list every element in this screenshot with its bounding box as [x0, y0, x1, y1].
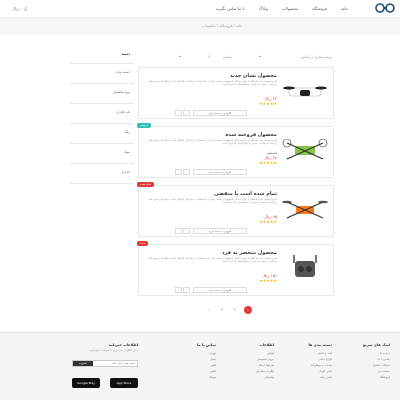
- cart-summary[interactable]: 🛒 ۰ ریال: [12, 6, 29, 11]
- page-1[interactable]: ۱: [244, 306, 252, 314]
- footer-column-title: اطلاعات: [259, 343, 274, 347]
- nav-item[interactable]: محصولات: [282, 6, 298, 11]
- google-play-button[interactable]: Google Play: [72, 378, 100, 388]
- cart-total: ۰ ریال: [12, 6, 23, 11]
- footer-link[interactable]: پشتیبانی: [218, 374, 274, 380]
- product-card[interactable]: تمام شده تمام شده است یا منقضی لورم ایپس…: [137, 182, 334, 237]
- rating-stars: ★★★★★: [259, 278, 277, 283]
- pagination: ۱ ۲ ۳ ›: [205, 306, 252, 314]
- footer-column: دسته بندی ها کیف و کفش لوازم جانبی ساعت …: [276, 343, 332, 380]
- newsletter-form: عضویت: [72, 360, 138, 367]
- heart-icon[interactable]: [183, 110, 190, 116]
- footer-column: لینک های سریع درباره ما تماس با ما سوالا…: [334, 343, 390, 380]
- product-title[interactable]: تمام شده است یا منقضی: [214, 191, 277, 197]
- filter-item[interactable]: مواد: [124, 150, 130, 154]
- heart-icon[interactable]: [183, 287, 190, 293]
- heart-icon[interactable]: [183, 228, 190, 234]
- product-card[interactable]: فروش محصول فروخته شده لورم ایپسوم متن سا…: [137, 123, 334, 178]
- footer-column-title: تماس با ما: [197, 343, 216, 347]
- nav-item[interactable]: خانه: [341, 6, 348, 11]
- product-description: لورم ایپسوم متن ساختگی با تولید سادگی نا…: [148, 139, 277, 145]
- per-page-label: نمایش: [222, 55, 232, 59]
- product-description: لورم ایپسوم متن ساختگی با تولید سادگی نا…: [148, 198, 277, 204]
- product-description: لورم ایپسوم متن ساختگی با تولید سادگی نا…: [148, 80, 277, 86]
- chevron-down-icon[interactable]: ⌄: [178, 53, 182, 59]
- compare-icon[interactable]: [175, 228, 182, 234]
- subscribe-button[interactable]: عضویت: [73, 361, 93, 366]
- compare-icon[interactable]: [175, 110, 182, 116]
- newsletter-text: برای اطلاع از جدیدترین محصولات عضو شوید: [89, 349, 138, 352]
- status-badge: فروش: [137, 123, 151, 128]
- add-to-cart-button[interactable]: افزودن به سبد خرید: [193, 110, 247, 116]
- footer-column: تماس با ما تهران ایمیل تلفن فکس موبایل: [160, 343, 216, 380]
- product-title[interactable]: محصول منحصر به فرد: [222, 250, 277, 256]
- newsletter-title: اطلاعات خبرنامه: [108, 343, 138, 347]
- heart-icon[interactable]: [183, 169, 190, 175]
- chevron-down-icon[interactable]: ⌄: [258, 53, 262, 59]
- add-to-cart-button[interactable]: افزودن به سبد خرید: [193, 287, 247, 293]
- product-card[interactable]: محصول نشان جدید لورم ایپسوم متن ساختگی ب…: [138, 67, 334, 119]
- filter-sidebar: دسته دسته بندی نوع محصول نام تجاری رنگ م…: [70, 52, 134, 184]
- breadcrumb: خانه / فروشگاه / محصولات: [201, 24, 242, 28]
- logo-icon[interactable]: [374, 2, 396, 16]
- filter-item[interactable]: رنگ: [124, 130, 130, 134]
- footer-link[interactable]: لباس زنانه: [276, 374, 332, 380]
- product-title[interactable]: محصول فروخته شده: [225, 132, 277, 138]
- product-image[interactable]: [281, 74, 329, 110]
- page-banner: [0, 18, 400, 35]
- newsletter-section: اطلاعات خبرنامه برای اطلاع از جدیدترین م…: [72, 343, 138, 352]
- product-image[interactable]: [281, 192, 329, 228]
- cart-icon: 🛒: [23, 6, 29, 11]
- site-header: خانه فروشگاه محصولات وبلاگ با ما تماس بگ…: [0, 0, 400, 18]
- page-2[interactable]: ۲: [231, 306, 239, 314]
- rating-stars: ★★★★★: [259, 219, 277, 224]
- main-nav: خانه فروشگاه محصولات وبلاگ با ما تماس بگ…: [216, 6, 348, 11]
- footer-column-title: لینک های سریع: [362, 343, 390, 347]
- rating-stars: ★★★★★: [259, 160, 277, 165]
- footer-link[interactable]: موبایل: [160, 374, 216, 380]
- product-title[interactable]: محصول نشان جدید: [230, 73, 277, 79]
- per-page-count[interactable]: ۹: [208, 55, 210, 59]
- filter-item[interactable]: نام تجاری: [116, 110, 130, 114]
- filter-item[interactable]: نوع محصول: [113, 90, 130, 94]
- sidebar-title: دسته: [121, 52, 130, 56]
- newsletter-email-input[interactable]: [93, 361, 137, 366]
- nav-item[interactable]: با ما تماس بگیرید: [216, 6, 245, 11]
- product-description: لورم ایپسوم متن ساختگی با تولید سادگی نا…: [148, 257, 277, 263]
- app-store-button[interactable]: App Store: [110, 378, 138, 388]
- compare-icon[interactable]: [175, 287, 182, 293]
- status-badge: تمام شده: [137, 182, 155, 187]
- nav-item[interactable]: وبلاگ: [259, 6, 268, 11]
- product-card[interactable]: جدید محصول منحصر به فرد لورم ایپسوم متن …: [137, 241, 334, 296]
- filter-item[interactable]: اندازه: [122, 170, 130, 174]
- footer-link[interactable]: فروشگاه: [334, 374, 390, 380]
- next-page[interactable]: ›: [205, 306, 213, 314]
- add-to-cart-button[interactable]: افزودن به سبد خرید: [193, 169, 247, 175]
- nav-item[interactable]: فروشگاه: [312, 6, 327, 11]
- product-image[interactable]: [281, 133, 329, 169]
- footer-column-title: دسته بندی ها: [308, 343, 332, 347]
- page-3[interactable]: ۳: [218, 306, 226, 314]
- compare-icon[interactable]: [175, 169, 182, 175]
- footer-column: اطلاعات قوانین حریم خصوصی شرایط ارسال پی…: [218, 343, 274, 380]
- filter-item[interactable]: دسته بندی: [115, 70, 130, 74]
- rating-stars: ★★★★★: [259, 101, 277, 106]
- status-badge: جدید: [137, 241, 149, 246]
- add-to-cart-button[interactable]: افزودن به سبد خرید: [193, 228, 247, 234]
- sort-label: مرتب سازی بر اساس: [300, 55, 332, 59]
- sort-bar: مرتب سازی بر اساس ⌄ نمایش ۹ ⌄: [138, 52, 332, 64]
- product-image[interactable]: [281, 251, 329, 287]
